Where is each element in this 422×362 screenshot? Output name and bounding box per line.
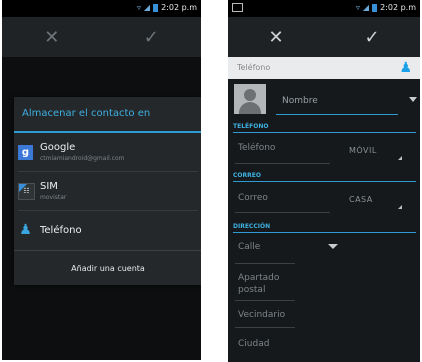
store-contact-dialog: Almacenar el contacto en g Google ctmiam…: [14, 97, 201, 285]
right-phone-screen: ▿ ◢ 2:02 p.m ✕ ✓ Teléfono ♟ Nombre TELÉF…: [228, 0, 420, 362]
status-icons: ▿ ◢ 2:02 p.m: [356, 3, 416, 12]
wifi-icon: ▿: [136, 3, 141, 12]
email-input[interactable]: Correo: [238, 193, 268, 203]
section-address: DIRECCIÓN: [233, 222, 416, 233]
battery-icon: [372, 3, 378, 12]
email-type-spinner[interactable]: CASA: [349, 195, 373, 204]
google-plus-icon: g: [18, 144, 33, 160]
notification-icon: [232, 3, 243, 12]
spinner-indicator-icon: [398, 205, 402, 209]
action-bar: ✕ ✓: [228, 17, 420, 57]
contact-photo[interactable]: [234, 84, 266, 114]
account-type-label: Teléfono: [237, 63, 271, 72]
action-bar: ✕ ✓: [2, 17, 201, 57]
name-input[interactable]: Nombre: [276, 93, 398, 115]
sim-icon: ☷: [18, 182, 35, 200]
phone-input[interactable]: Teléfono: [238, 143, 275, 153]
expand-name-icon[interactable]: [409, 97, 417, 102]
spinner-indicator-icon: [398, 156, 402, 160]
street-input[interactable]: Calle: [238, 242, 260, 252]
account-type-bar[interactable]: Teléfono ♟: [228, 57, 420, 79]
section-phone: TELÉFONO: [233, 122, 416, 133]
account-option-google[interactable]: g Google ctmiamiandroid@gmail.com: [14, 133, 201, 171]
expand-address-icon[interactable]: [328, 244, 338, 249]
status-bar: ▿ ◢ 2:02 p.m: [2, 0, 201, 17]
close-icon[interactable]: ✕: [236, 27, 316, 48]
person-icon: ♟: [399, 60, 412, 76]
signal-icon: ◢: [362, 3, 370, 12]
account-option-sim[interactable]: ☷ SIM movistar: [14, 172, 201, 210]
status-time: 2:02 p.m: [161, 3, 197, 12]
status-icons: ▿ ◢ 2:02 p.m: [137, 3, 197, 12]
check-icon[interactable]: ✓: [111, 27, 191, 48]
battery-icon: [153, 3, 159, 12]
option-label: Teléfono: [40, 224, 82, 236]
status-bar: ▿ ◢ 2:02 p.m: [228, 0, 420, 17]
wifi-icon: ▿: [355, 3, 360, 12]
dialog-title: Almacenar el contacto en: [14, 97, 201, 133]
section-email: CORREO: [233, 171, 416, 182]
left-phone-screen: ▿ ◢ 2:02 p.m ✕ ✓ Almacenar el contacto e…: [2, 0, 201, 360]
option-label: SIM: [40, 181, 58, 192]
add-account-button[interactable]: Añadir una cuenta: [14, 250, 201, 285]
phone-type-spinner[interactable]: MÓVIL: [349, 146, 377, 155]
signal-icon: ◢: [143, 3, 151, 12]
neighborhood-input[interactable]: Vecindario: [238, 310, 285, 320]
close-icon[interactable]: ✕: [12, 27, 92, 48]
status-time: 2:02 p.m: [380, 3, 416, 12]
check-icon[interactable]: ✓: [332, 27, 412, 48]
account-option-phone[interactable]: ♟ Teléfono: [14, 211, 201, 249]
po-box-input[interactable]: Apartado postal: [238, 272, 298, 296]
person-icon: ♟: [19, 222, 32, 238]
option-label: Google: [40, 142, 76, 153]
city-input[interactable]: Ciudad: [238, 339, 269, 349]
option-subtitle: movistar: [40, 194, 67, 201]
option-subtitle: ctmiamiandroid@gmail.com: [40, 155, 125, 162]
